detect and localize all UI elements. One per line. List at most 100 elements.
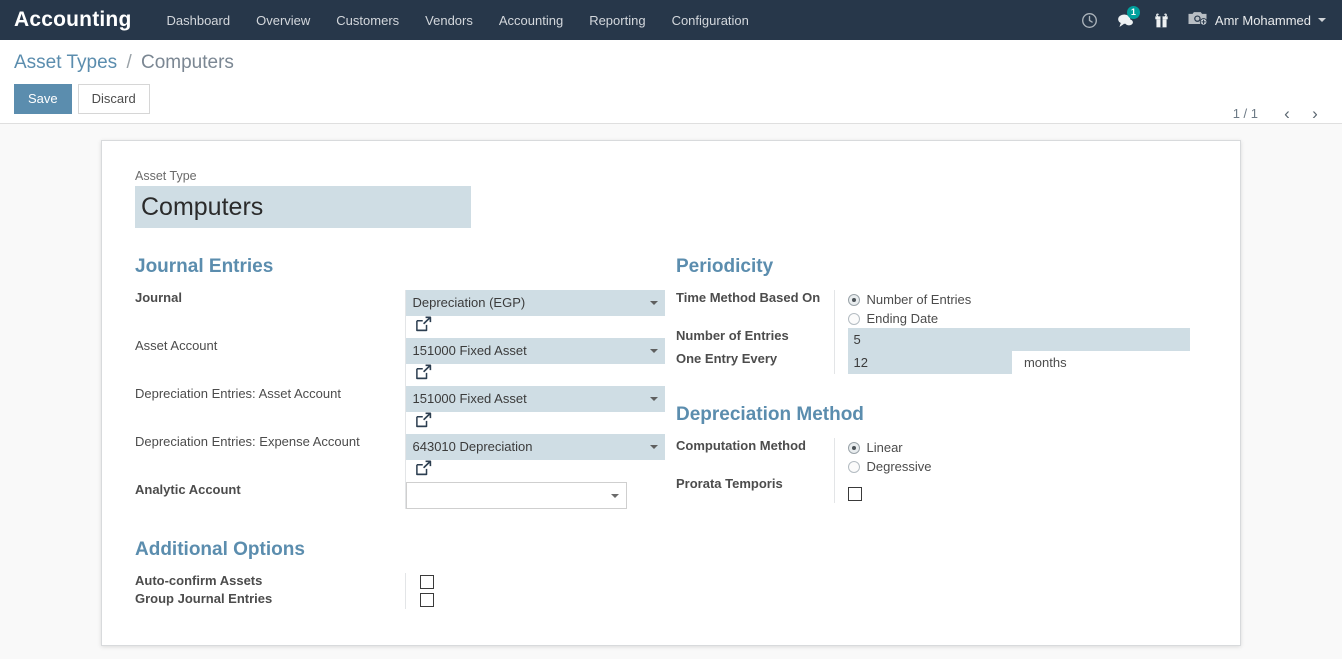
additional-options-fields: Auto-confirm Assets Group Journal Entrie… bbox=[135, 573, 671, 609]
user-menu[interactable]: Amr Mohammed bbox=[1181, 0, 1334, 40]
asset-account-external-link-icon[interactable] bbox=[415, 364, 432, 386]
one-entry-every-unit: months bbox=[1023, 355, 1067, 370]
messages-chat-icon[interactable]: 1 bbox=[1109, 0, 1143, 40]
radio-number-of-entries-label[interactable]: Number of Entries bbox=[867, 292, 972, 307]
depreciation-expense-account-select[interactable]: 643010 Depreciation bbox=[405, 434, 665, 460]
top-navbar: Accounting Dashboard Overview Customers … bbox=[0, 0, 1342, 40]
journal-external-link-icon[interactable] bbox=[415, 316, 432, 338]
label-group-journal-entries: Group Journal Entries bbox=[135, 591, 273, 606]
breadcrumb-asset-types[interactable]: Asset Types bbox=[14, 52, 117, 73]
menu-item-vendors[interactable]: Vendors bbox=[412, 2, 486, 39]
one-entry-every-input[interactable] bbox=[847, 351, 1012, 374]
breadcrumb-current: Computers bbox=[141, 52, 234, 73]
field-row-group-journal-entries: Group Journal Entries bbox=[135, 591, 671, 609]
depreciation-asset-account-external-link-icon[interactable] bbox=[415, 412, 432, 434]
field-row-computation-method: Computation Method Linear Degressive bbox=[676, 438, 1207, 476]
form-sheet: Asset Type Journal Entries Journal Depre… bbox=[101, 140, 1241, 646]
radio-number-of-entries[interactable]: Number of Entries bbox=[847, 290, 1208, 309]
pager-next-icon[interactable]: › bbox=[1302, 100, 1328, 126]
activity-clock-icon[interactable] bbox=[1073, 0, 1107, 40]
label-number-of-entries: Number of Entries bbox=[676, 328, 789, 343]
depreciation-method-fields: Computation Method Linear Degressive Pro bbox=[676, 438, 1207, 503]
menu-item-accounting[interactable]: Accounting bbox=[486, 2, 576, 39]
asset-account-select[interactable]: 151000 Fixed Asset bbox=[405, 338, 665, 364]
prorata-temporis-checkbox[interactable] bbox=[847, 486, 862, 501]
systray: 1 Amr Mohammed bbox=[1073, 0, 1334, 40]
label-auto-confirm-assets: Auto-confirm Assets bbox=[135, 573, 263, 588]
label-computation-method: Computation Method bbox=[676, 438, 806, 453]
field-row-prorata-temporis: Prorata Temporis bbox=[676, 476, 1207, 503]
radio-degressive[interactable]: Degressive bbox=[847, 457, 1208, 476]
messages-badge: 1 bbox=[1126, 6, 1140, 19]
label-depreciation-asset-account: Depreciation Entries: Asset Account bbox=[135, 386, 341, 401]
menu-item-dashboard[interactable]: Dashboard bbox=[154, 2, 244, 39]
depreciation-expense-account-external-link-icon[interactable] bbox=[415, 460, 432, 482]
radio-ending-date[interactable]: Ending Date bbox=[847, 309, 1208, 328]
pager-value: 1 / 1 bbox=[1232, 105, 1258, 121]
group-journal-entries-checkbox[interactable] bbox=[419, 592, 434, 607]
depreciation-asset-account-select[interactable]: 151000 Fixed Asset bbox=[405, 386, 665, 412]
journal-select[interactable]: Depreciation (EGP) bbox=[405, 290, 665, 316]
label-one-entry-every: One Entry Every bbox=[676, 351, 778, 366]
field-row-journal: Journal Depreciation (EGP) bbox=[135, 290, 671, 338]
record-pager: 1 / 1 ‹ › bbox=[1233, 100, 1328, 126]
label-time-method-based-on: Time Method Based On bbox=[676, 290, 821, 305]
menu-item-overview[interactable]: Overview bbox=[243, 2, 323, 39]
radio-number-of-entries-button[interactable] bbox=[847, 293, 860, 306]
group-title-depreciation-method: Depreciation Method bbox=[676, 404, 864, 425]
label-depreciation-expense-account: Depreciation Entries: Expense Account bbox=[135, 434, 360, 449]
main-menu: Dashboard Overview Customers Vendors Acc… bbox=[154, 2, 762, 39]
field-row-auto-confirm-assets: Auto-confirm Assets bbox=[135, 573, 671, 591]
number-of-entries-input[interactable] bbox=[847, 328, 1190, 351]
asset-type-label: Asset Type bbox=[135, 169, 197, 183]
radio-linear[interactable]: Linear bbox=[847, 438, 1208, 457]
save-button[interactable]: Save bbox=[14, 84, 72, 114]
label-asset-account: Asset Account bbox=[135, 338, 218, 353]
pager-previous-icon[interactable]: ‹ bbox=[1274, 100, 1300, 126]
user-name: Amr Mohammed bbox=[1214, 12, 1311, 28]
periodicity-fields: Time Method Based On Number of Entries E… bbox=[676, 290, 1207, 374]
left-column: Journal Entries Journal Depreciation (EG… bbox=[135, 256, 671, 609]
discard-button[interactable]: Discard bbox=[77, 84, 150, 114]
menu-item-configuration[interactable]: Configuration bbox=[659, 2, 762, 39]
radio-ending-date-button[interactable] bbox=[847, 312, 860, 325]
label-prorata-temporis: Prorata Temporis bbox=[676, 476, 783, 491]
gift-icon[interactable] bbox=[1145, 0, 1179, 40]
chevron-down-icon bbox=[649, 301, 658, 305]
chevron-down-icon bbox=[649, 445, 658, 449]
analytic-account-select[interactable] bbox=[405, 482, 627, 509]
app-brand[interactable]: Accounting bbox=[0, 0, 154, 40]
journal-select-value: Depreciation (EGP) bbox=[412, 295, 526, 310]
menu-item-customers[interactable]: Customers bbox=[323, 2, 412, 39]
group-title-journal-entries: Journal Entries bbox=[135, 256, 274, 277]
chevron-down-icon bbox=[610, 493, 619, 498]
field-row-depreciation-asset-account: Depreciation Entries: Asset Account 1510… bbox=[135, 386, 671, 434]
radio-ending-date-label[interactable]: Ending Date bbox=[867, 311, 939, 326]
group-title-periodicity: Periodicity bbox=[676, 256, 774, 277]
chevron-down-icon bbox=[649, 349, 658, 353]
auto-confirm-assets-checkbox[interactable] bbox=[419, 574, 434, 589]
radio-degressive-button[interactable] bbox=[847, 460, 860, 473]
asset-account-select-value: 151000 Fixed Asset bbox=[412, 343, 527, 358]
group-title-additional-options: Additional Options bbox=[135, 539, 305, 560]
depreciation-expense-account-select-value: 643010 Depreciation bbox=[412, 439, 533, 454]
camera-avatar-icon bbox=[1187, 9, 1208, 32]
asset-type-input[interactable] bbox=[135, 186, 471, 228]
breadcrumb: Asset Types / Computers bbox=[14, 40, 1328, 74]
control-panel: Asset Types / Computers Save Discard 1 /… bbox=[0, 40, 1342, 124]
radio-linear-label[interactable]: Linear bbox=[867, 440, 903, 455]
form-action-buttons: Save Discard bbox=[14, 84, 1328, 114]
field-row-number-of-entries: Number of Entries bbox=[676, 328, 1207, 351]
radio-degressive-label[interactable]: Degressive bbox=[867, 459, 932, 474]
radio-linear-button[interactable] bbox=[847, 441, 860, 454]
breadcrumb-separator: / bbox=[126, 52, 132, 73]
depreciation-asset-account-select-value: 151000 Fixed Asset bbox=[412, 391, 527, 406]
menu-item-reporting[interactable]: Reporting bbox=[576, 2, 658, 39]
sheet-container: Asset Type Journal Entries Journal Depre… bbox=[0, 124, 1342, 646]
right-column: Periodicity Time Method Based On Number … bbox=[671, 256, 1207, 609]
journal-entries-fields: Journal Depreciation (EGP) Asset Account… bbox=[135, 290, 671, 509]
chevron-down-icon bbox=[1318, 18, 1326, 22]
chevron-down-icon bbox=[649, 397, 658, 401]
label-analytic-account: Analytic Account bbox=[135, 482, 241, 497]
field-row-asset-account: Asset Account 151000 Fixed Asset bbox=[135, 338, 671, 386]
